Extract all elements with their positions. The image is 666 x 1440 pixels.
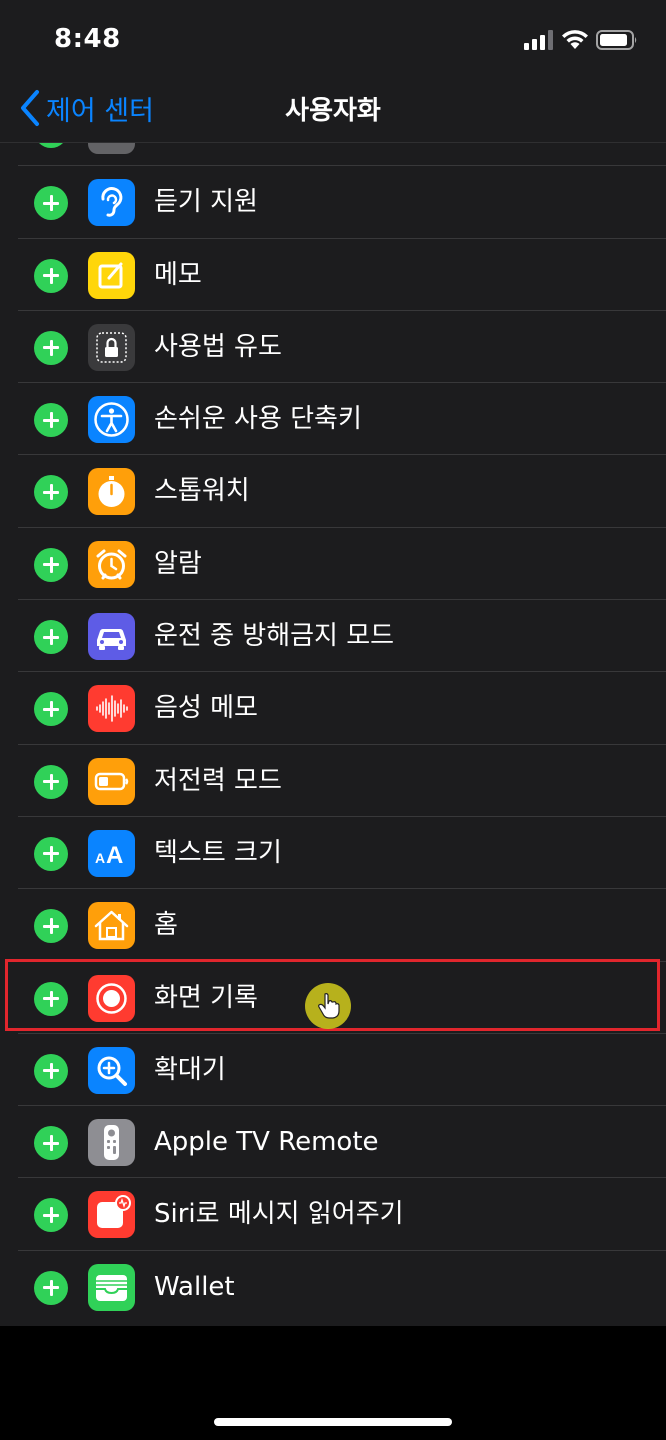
add-control-button[interactable] <box>34 547 68 582</box>
list-item-label: 손쉬운 사용 단축키 <box>154 404 362 435</box>
list-item-label: 저전력 모드 <box>154 765 282 796</box>
list-item[interactable]: 홈 <box>0 889 666 962</box>
ear-icon <box>88 179 135 227</box>
cellular-signal-icon <box>524 30 553 50</box>
add-control-button[interactable] <box>34 1126 68 1161</box>
add-control-button[interactable] <box>34 475 68 510</box>
add-control-button[interactable] <box>34 403 68 438</box>
navigation-bar: 제어 센터 사용자화 <box>0 80 666 143</box>
list-item[interactable]: 운전 중 방해금지 모드 <box>0 600 666 673</box>
page-title: 사용자화 <box>285 96 381 126</box>
list-item-label: 확대기 <box>154 1054 226 1085</box>
list-item-label: Siri로 메시지 읽어주기 <box>154 1199 404 1230</box>
add-control-button[interactable] <box>34 186 68 221</box>
add-control-button[interactable] <box>34 620 68 655</box>
battery-icon <box>88 757 135 805</box>
add-control-button[interactable] <box>34 330 68 365</box>
list-item-label: 텍스트 크기 <box>154 837 282 868</box>
list-item[interactable]: AA 텍스트 크기 <box>0 817 666 890</box>
stopwatch-icon <box>88 468 135 516</box>
waveform-icon <box>88 685 135 733</box>
list-item[interactable]: Wallet <box>0 1251 666 1323</box>
home-indicator[interactable] <box>214 1418 452 1426</box>
status-bar: 8:48 <box>0 0 666 80</box>
list-item-label: 알람 <box>154 548 202 579</box>
accessibility-icon <box>88 396 135 444</box>
list-item[interactable]: 저전력 모드 <box>0 745 666 817</box>
more-controls-list[interactable]: 듣기 지원 메모 사용법 유도 손쉬운 사용 단축키 스톱워치 알람 운전 중 … <box>0 143 666 1326</box>
add-control-button[interactable] <box>34 909 68 944</box>
add-control-button[interactable] <box>34 258 68 293</box>
list-item[interactable]: Siri로 메시지 읽어주기 <box>0 1178 666 1251</box>
siri-message-icon <box>88 1191 135 1239</box>
list-item[interactable]: 메모 <box>0 239 666 311</box>
notes-icon <box>88 251 135 299</box>
alarm-icon <box>88 540 135 588</box>
list-item[interactable]: 손쉬운 사용 단축키 <box>0 383 666 456</box>
add-control-button[interactable] <box>34 143 68 148</box>
list-item-label: 음성 메모 <box>154 693 258 724</box>
list-item-label: 사용법 유도 <box>154 331 282 362</box>
text-size-icon: AA <box>88 829 135 877</box>
list-item[interactable] <box>0 143 666 167</box>
car-icon <box>88 613 135 661</box>
wifi-icon <box>562 30 588 49</box>
list-item[interactable]: 듣기 지원 <box>0 166 666 239</box>
add-control-button[interactable] <box>34 1270 68 1305</box>
list-item-label: Wallet <box>154 1271 235 1302</box>
list-item[interactable]: Apple TV Remote <box>0 1106 666 1179</box>
battery-icon <box>596 30 637 50</box>
list-item[interactable]: 음성 메모 <box>0 672 666 745</box>
remote-icon <box>88 1119 135 1167</box>
add-control-button[interactable] <box>34 692 68 727</box>
list-item-label: 메모 <box>154 259 202 290</box>
dark-mode-icon <box>88 143 135 154</box>
add-control-button[interactable] <box>34 1198 68 1233</box>
list-item[interactable]: 확대기 <box>0 1034 666 1107</box>
list-item-label: 스톱워치 <box>154 476 250 507</box>
list-item-label: 운전 중 방해금지 모드 <box>154 621 395 652</box>
add-control-button[interactable] <box>34 764 68 799</box>
list-item[interactable]: 스톱워치 <box>0 455 666 528</box>
svg-text:A: A <box>106 842 123 869</box>
magnifier-icon <box>88 1046 135 1094</box>
add-control-button[interactable] <box>34 836 68 871</box>
pointer-cursor-icon <box>305 983 351 1029</box>
wallet-icon <box>88 1263 135 1311</box>
list-item-label: 듣기 지원 <box>154 187 258 218</box>
list-item[interactable]: 사용법 유도 <box>0 311 666 384</box>
status-time: 8:48 <box>54 24 121 54</box>
list-item-label: Apple TV Remote <box>154 1127 379 1158</box>
svg-text:A: A <box>95 850 105 866</box>
add-control-button[interactable] <box>34 1053 68 1088</box>
list-item[interactable]: 알람 <box>0 528 666 601</box>
list-item-label: 홈 <box>154 910 178 941</box>
lock-icon <box>88 323 135 371</box>
home-icon <box>88 902 135 950</box>
